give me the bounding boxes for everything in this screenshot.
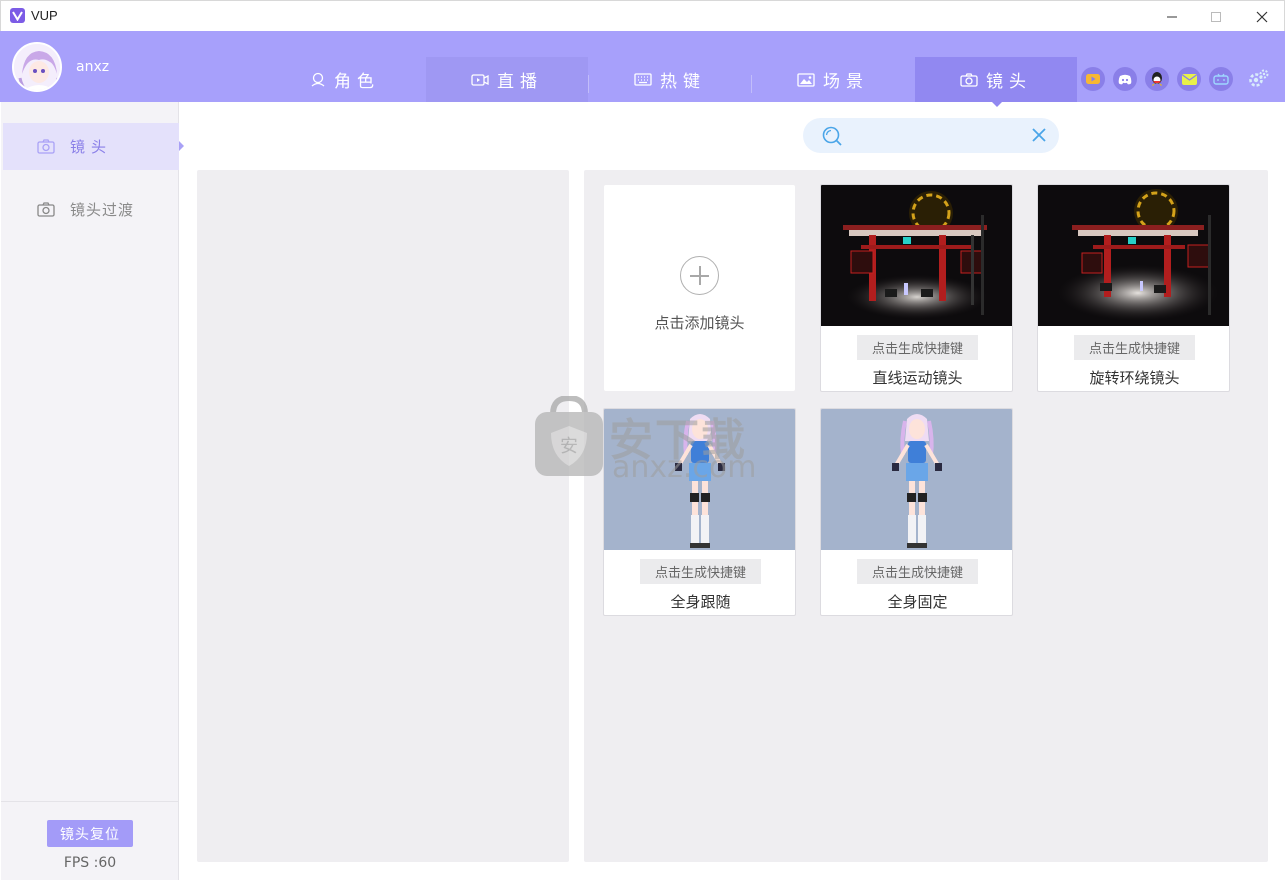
tab-label: 场景 — [823, 72, 869, 92]
add-camera-label: 点击添加镜头 — [654, 314, 745, 332]
camera-card[interactable]: 点击生成快捷键 全身固定 — [820, 408, 1013, 616]
camera-card[interactable]: 点击生成快捷键 旋转环绕镜头 — [1037, 184, 1230, 392]
image-icon — [797, 72, 815, 87]
title-bar: VUP — [0, 0, 1285, 31]
generate-hotkey-button[interactable]: 点击生成快捷键 — [1074, 335, 1195, 360]
mail-button[interactable] — [1177, 67, 1201, 91]
divider — [1, 801, 179, 802]
close-icon — [1032, 128, 1046, 142]
youtube-button[interactable] — [1081, 67, 1105, 91]
sidebar-item-label: 镜头过渡 — [70, 201, 135, 219]
gear-icon[interactable] — [1248, 69, 1270, 93]
camera-card-title: 全身跟随 — [670, 593, 731, 611]
tab-label: 热键 — [660, 72, 706, 92]
tab-label: 角色 — [334, 72, 380, 92]
close-button[interactable] — [1239, 1, 1285, 32]
camera-thumbnail — [1038, 185, 1229, 326]
tab-scene[interactable]: 场景 — [752, 57, 914, 102]
maximize-icon — [1211, 11, 1221, 22]
sidebar-item-camera[interactable]: 镜头 — [3, 123, 179, 170]
search-icon — [821, 125, 843, 151]
active-tab-indicator — [991, 101, 1003, 107]
qq-icon — [1152, 72, 1162, 86]
video-icon — [471, 73, 489, 87]
discord-button[interactable] — [1113, 67, 1137, 91]
tab-live[interactable]: 直播 — [426, 57, 588, 102]
plus-icon — [680, 256, 719, 295]
keyboard-icon — [634, 73, 652, 86]
bilibili-icon — [1213, 73, 1229, 85]
sidebar: 镜头 镜头过渡 — [1, 102, 179, 880]
camera-thumbnail — [821, 185, 1012, 326]
tab-label: 直播 — [497, 72, 543, 92]
fps-readout: FPS :60 — [63, 855, 117, 871]
camera-card[interactable]: 点击生成快捷键 直线运动镜头 — [820, 184, 1013, 392]
discord-icon — [1118, 74, 1132, 84]
avatar[interactable] — [12, 42, 62, 92]
watermark-subtext: anxz.com — [612, 450, 757, 485]
generate-hotkey-button[interactable]: 点击生成快捷键 — [857, 335, 978, 360]
generate-hotkey-button[interactable]: 点击生成快捷键 — [640, 559, 761, 584]
username: anxz — [76, 59, 110, 75]
sidebar-item-label: 镜头 — [70, 138, 113, 156]
window-title: VUP — [31, 8, 58, 23]
maximize-button[interactable] — [1193, 1, 1239, 32]
search-input[interactable] — [847, 125, 1017, 145]
camera-icon — [37, 139, 55, 154]
tab-hotkey[interactable]: 热键 — [589, 57, 751, 102]
camera-reset-button[interactable]: 镜头复位 — [47, 820, 133, 847]
app-logo-icon — [10, 8, 25, 23]
add-camera-card[interactable]: 点击添加镜头 — [604, 185, 795, 391]
sidebar-item-camera-transition[interactable]: 镜头过渡 — [3, 186, 179, 233]
header-bar: anxz 角色 直播 热键 场景 镜头 — [0, 31, 1285, 107]
mail-icon — [1181, 73, 1197, 85]
tab-label: 镜头 — [986, 72, 1032, 92]
camera-icon — [960, 72, 978, 87]
search-bar — [803, 118, 1059, 153]
camera-card-title: 旋转环绕镜头 — [1089, 369, 1180, 387]
camera-list-panel: 点击添加镜头 点击生成快捷键 直线运动镜头 点击生成快捷键 旋转环绕镜头 点击生… — [584, 170, 1268, 862]
minimize-button[interactable] — [1149, 1, 1195, 32]
close-icon — [1256, 11, 1268, 22]
tab-character[interactable]: 角色 — [264, 57, 426, 102]
generate-hotkey-button[interactable]: 点击生成快捷键 — [857, 559, 978, 584]
user-icon — [310, 72, 326, 87]
youtube-icon — [1086, 74, 1100, 84]
clear-search-button[interactable] — [1031, 127, 1047, 147]
sidebar-active-indicator — [179, 141, 184, 151]
qq-button[interactable] — [1145, 67, 1169, 91]
camera-card-title: 直线运动镜头 — [872, 369, 963, 387]
camera-icon — [37, 202, 55, 217]
camera-card-title: 全身固定 — [887, 593, 948, 611]
tab-camera[interactable]: 镜头 — [915, 57, 1077, 102]
bilibili-button[interactable] — [1209, 67, 1233, 91]
minimize-icon — [1167, 16, 1177, 17]
camera-preview-panel — [197, 170, 569, 862]
camera-thumbnail — [821, 409, 1012, 550]
